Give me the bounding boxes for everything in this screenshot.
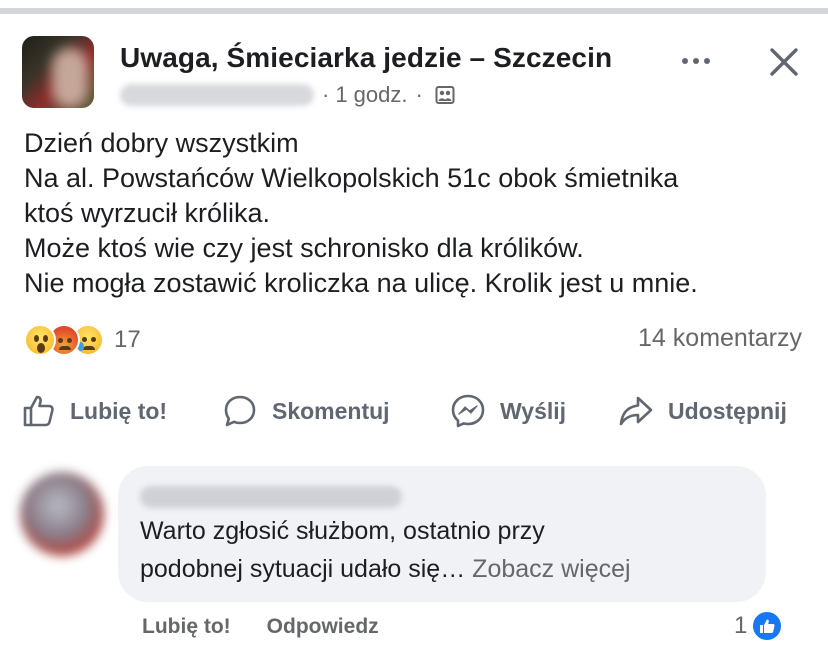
author-name-blurred[interactable]: [120, 84, 314, 106]
post-text-line: Na al. Powstańców Wielkopolskich 51c obo…: [24, 163, 679, 193]
commenter-avatar[interactable]: [20, 472, 104, 556]
more-dot: [693, 58, 699, 64]
mouth: [83, 346, 95, 350]
eye: [91, 337, 96, 342]
eye: [34, 335, 39, 342]
eye: [58, 338, 63, 343]
post-text-line: Dzień dobry wszystkim: [24, 128, 299, 158]
messenger-icon: [451, 394, 485, 428]
share-button[interactable]: Udostępnij: [618, 388, 787, 434]
post-meta: · 1 godz. ·: [120, 80, 455, 110]
comment-bubble: Warto zgłosić służbom, ostatnio przy pod…: [118, 466, 766, 602]
share-arrow-icon: [619, 396, 653, 426]
comment-reply-button[interactable]: Odpowiedz: [267, 615, 379, 639]
meta-separator: ·: [322, 82, 330, 107]
mouth: [37, 343, 45, 353]
comment-actions: Lubię to! Odpowiedz: [142, 612, 379, 642]
mouth: [59, 346, 71, 350]
post-body: Dzień dobry wszystkim Na al. Powstańców …: [24, 126, 814, 301]
comment-like-number: 1: [734, 612, 748, 639]
group-avatar[interactable]: [22, 36, 94, 108]
like-label: Lubię to!: [70, 397, 168, 424]
close-icon[interactable]: [764, 42, 804, 82]
meta-separator: ·: [415, 82, 423, 107]
more-dot: [682, 58, 688, 64]
thumbs-up-small-icon: [760, 619, 775, 633]
like-button[interactable]: Lubię to!: [20, 388, 167, 434]
group-audience-icon: [435, 86, 455, 104]
eye: [82, 337, 87, 342]
comment-text: Warto zgłosić służbom, ostatnio przy pod…: [140, 512, 631, 588]
wow-reaction-icon: [24, 324, 56, 356]
comment-like-button[interactable]: Lubię to!: [142, 615, 231, 639]
thumbs-up-icon: [23, 395, 54, 427]
comment-like-count[interactable]: 1: [734, 608, 784, 644]
comment-text-line: Warto zgłosić służbom, ostatnio przy: [140, 517, 545, 545]
top-divider: [0, 0, 828, 14]
eye: [43, 335, 48, 342]
comments-count-link[interactable]: 14 komentarzy: [638, 324, 802, 353]
share-label: Udostępnij: [668, 397, 787, 424]
reaction-count: 17: [114, 326, 141, 353]
post-actions-bar: Lubię to! Skomentuj Wyślij Udostępnij: [0, 388, 828, 434]
group-name[interactable]: Uwaga, Śmieciarka jedzie – Szczecin: [120, 42, 612, 74]
post-text-line: Może ktoś wie czy jest schronisko dla kr…: [24, 233, 584, 263]
comment-text-fragment: podobnej sytuacji udało się…: [140, 555, 466, 583]
send-button[interactable]: Wyślij: [450, 388, 566, 434]
post-text-line: ktoś wyrzucił królika.: [24, 198, 271, 228]
more-dot: [704, 58, 710, 64]
like-reaction-icon: [751, 610, 784, 642]
see-more-link[interactable]: Zobacz więcej: [472, 555, 630, 583]
comment-text-line: podobnej sytuacji udało się… Zobacz więc…: [140, 550, 631, 588]
comment-label: Skomentuj: [272, 397, 390, 424]
post-header: Uwaga, Śmieciarka jedzie – Szczecin · 1 …: [0, 22, 828, 122]
comment-button[interactable]: Skomentuj: [222, 388, 390, 434]
reactions-summary[interactable]: 17: [24, 322, 141, 358]
comment-bubble-icon: [224, 395, 256, 427]
commenter-name-blurred[interactable]: [140, 486, 402, 508]
post-time[interactable]: 1 godz.: [335, 82, 407, 108]
post-text-line: Nie mogła zostawić kroliczka na ulicę. K…: [24, 268, 698, 298]
send-label: Wyślij: [500, 397, 567, 424]
more-options-button[interactable]: [676, 46, 716, 76]
eye: [67, 338, 72, 343]
